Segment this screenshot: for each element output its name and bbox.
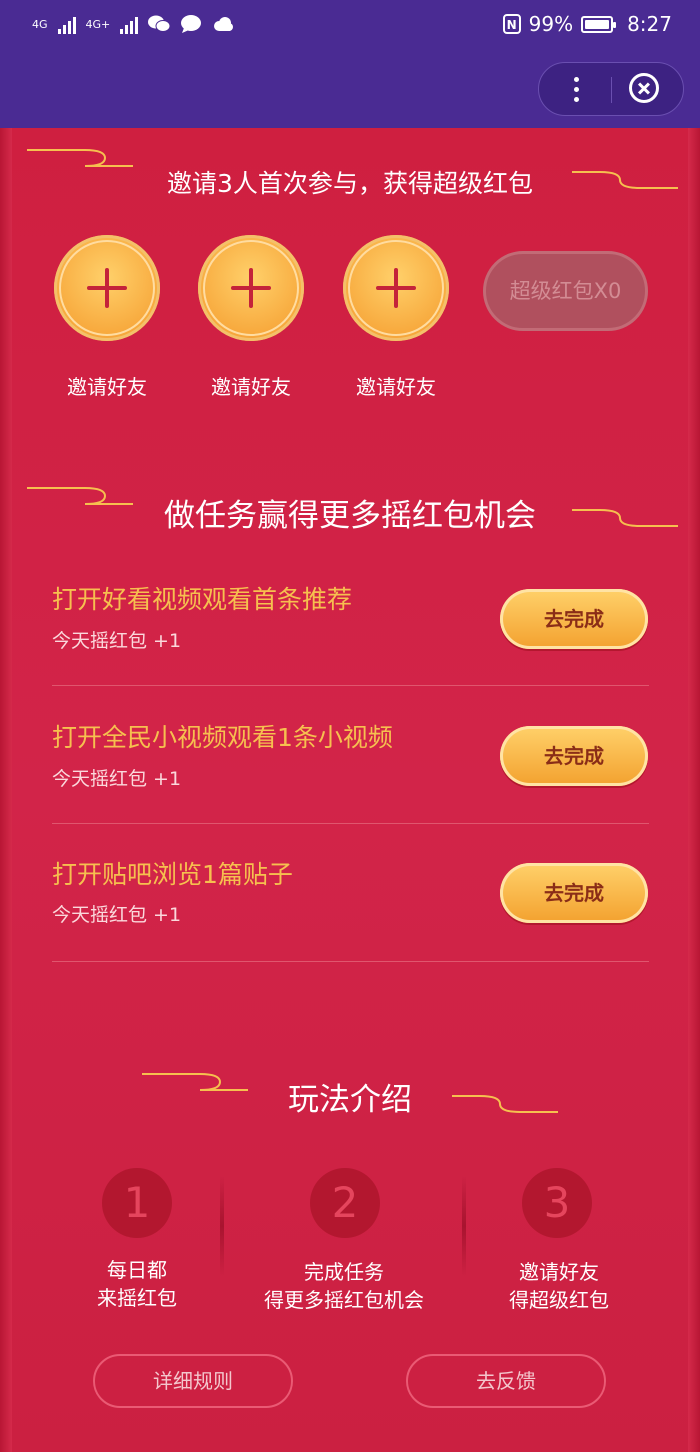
invite-slot-label-3: 邀请好友 <box>356 375 436 399</box>
wechat-icon <box>148 15 171 32</box>
invite-slot-button-1[interactable] <box>54 235 160 341</box>
plus-icon <box>87 268 127 308</box>
task-complete-button-3[interactable]: 去完成 <box>500 863 648 923</box>
invite-slot-button-2[interactable] <box>198 235 304 341</box>
clock: 8:27 <box>627 12 672 36</box>
close-circle-icon[interactable] <box>629 73 659 103</box>
step-text-3-line2: 得超级红包 <box>509 1288 609 1312</box>
network-label-2: 4G+ <box>85 17 111 31</box>
rules-section-title: 玩法介绍 <box>288 1082 412 1118</box>
task-subtitle-1: 今天摇红包 +1 <box>52 630 182 652</box>
status-right: N 99% 8:27 <box>502 12 672 36</box>
battery-percent: 99% <box>528 12 574 36</box>
feedback-button[interactable]: 去反馈 <box>406 1354 606 1408</box>
invite-title: 邀请3人首次参与，获得超级红包 <box>167 169 533 198</box>
task-divider <box>52 823 649 824</box>
signal-icon-2 <box>120 14 139 34</box>
nfc-icon: N <box>502 14 521 34</box>
invite-slot-button-3[interactable] <box>343 235 449 341</box>
step-text-2: 完成任务 得更多摇红包机会 <box>234 1258 454 1314</box>
battery-fill <box>585 19 610 29</box>
invite-slot-label-1: 邀请好友 <box>67 375 147 399</box>
step-text-1-line2: 来摇红包 <box>97 1286 177 1310</box>
step-number-1: 1 <box>102 1168 172 1238</box>
message-icon <box>181 15 202 33</box>
status-bar: 4G 4G+ N 99% 8:27 <box>0 0 700 52</box>
task-subtitle-3: 今天摇红包 +1 <box>52 904 182 926</box>
task-subtitle-2: 今天摇红包 +1 <box>52 768 182 790</box>
invite-slot-label-2: 邀请好友 <box>211 375 291 399</box>
step-number-2: 2 <box>310 1168 380 1238</box>
detailed-rules-button[interactable]: 详细规则 <box>93 1354 293 1408</box>
step-number-3: 3 <box>522 1168 592 1238</box>
cloud-icon <box>214 17 234 31</box>
step-text-3: 邀请好友 得超级红包 <box>449 1258 669 1314</box>
battery-icon <box>581 15 617 33</box>
task-title-2: 打开全民小视频观看1条小视频 <box>52 723 393 752</box>
plus-icon <box>376 268 416 308</box>
task-complete-button-2[interactable]: 去完成 <box>500 726 648 786</box>
mini-program-capsule <box>538 62 684 116</box>
title-bar <box>0 52 700 128</box>
main-content: 邀请3人首次参与，获得超级红包 邀请好友 邀请好友 邀请好友 超级红包X0 做任… <box>0 128 700 1452</box>
right-border <box>688 128 700 1452</box>
plus-icon <box>231 268 271 308</box>
step-text-2-line1: 完成任务 <box>304 1260 384 1284</box>
status-left: 4G 4G+ <box>32 14 234 34</box>
task-section-title: 做任务赢得更多摇红包机会 <box>164 498 536 534</box>
super-red-packet-button[interactable]: 超级红包X0 <box>483 251 648 331</box>
task-divider <box>52 961 649 962</box>
network-label-1: 4G <box>32 17 48 31</box>
signal-icon <box>57 14 76 34</box>
step-text-3-line1: 邀请好友 <box>519 1260 599 1284</box>
task-complete-button-1[interactable]: 去完成 <box>500 589 648 649</box>
more-dots-icon[interactable] <box>559 63 593 115</box>
left-border <box>0 128 12 1452</box>
step-text-1-line1: 每日都 <box>107 1258 167 1282</box>
capsule-divider <box>611 77 612 103</box>
task-divider <box>52 685 649 686</box>
step-text-1: 每日都 来摇红包 <box>27 1256 247 1312</box>
task-title-1: 打开好看视频观看首条推荐 <box>52 585 353 614</box>
task-title-3: 打开贴吧浏览1篇贴子 <box>52 860 293 889</box>
step-text-2-line2: 得更多摇红包机会 <box>264 1288 424 1312</box>
